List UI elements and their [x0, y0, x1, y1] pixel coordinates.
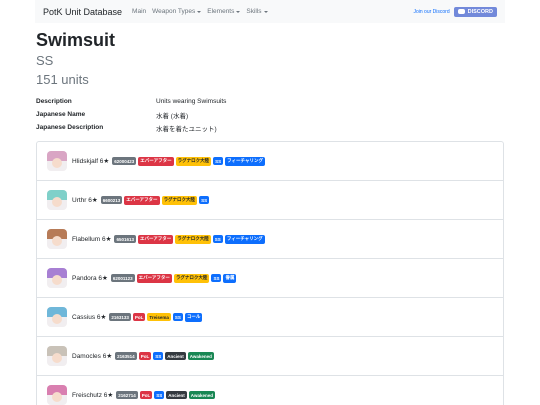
unit-tag-badge[interactable]: 2163133	[109, 313, 131, 321]
unit-tag-badge[interactable]: 62001123	[110, 274, 135, 282]
unit-tag-badge[interactable]: 6501613	[114, 235, 136, 243]
nav-skills-label: Skills	[246, 8, 262, 15]
nav-main-link[interactable]: Main	[132, 8, 146, 15]
discord-button[interactable]: DISCORD	[453, 6, 497, 17]
info-value: Units wearing Swimsuits	[156, 98, 227, 105]
unit-count: 151 units	[36, 72, 89, 87]
unit-tag-badge[interactable]: 62000423	[112, 157, 137, 165]
unit-tag-badge[interactable]: Ancient	[165, 352, 186, 360]
top-navbar: PotK Unit Database Main Weapon Types Ele…	[35, 0, 505, 23]
unit-avatar[interactable]	[47, 229, 67, 249]
info-row: Description Units wearing Swimsuits	[36, 95, 504, 108]
unit-avatar[interactable]	[47, 346, 67, 366]
unit-name-link[interactable]: Flabellum 6★	[72, 235, 111, 243]
unit-list: Hlidskjalf 6★ 62000423 エバーアフター ラグナロク大陸 SS フィー…	[36, 141, 504, 405]
unit-tag-badge[interactable]: フィーチャリング	[224, 234, 265, 244]
unit-list-item[interactable]: Freischutz 6★ 2162714 PoL SS Ancient Awakened	[37, 376, 503, 405]
unit-avatar[interactable]	[47, 307, 67, 327]
unit-name-link[interactable]: Hlidskjalf 6★	[72, 157, 109, 165]
unit-name-link[interactable]: Pandora 6★	[72, 274, 108, 282]
unit-list-item[interactable]: Urthr 6★ 6600213 エバーアフター ラグナロク大陸 SS	[37, 181, 503, 220]
unit-tag-badge[interactable]: 2163514	[115, 352, 137, 360]
unit-tag-badge[interactable]: Awakened	[187, 352, 214, 360]
nav-elements-dropdown[interactable]: Elements	[207, 8, 241, 15]
nav-skills-dropdown[interactable]: Skills	[246, 8, 268, 15]
unit-avatar[interactable]	[47, 151, 67, 171]
info-row: Japanese Name 水着 (水着)	[36, 108, 504, 121]
unit-tag-badge[interactable]: SS	[211, 274, 222, 282]
chevron-down-icon	[197, 10, 202, 13]
page-subtitle: SS	[36, 53, 54, 68]
info-row: Japanese Description 水着を着たユニット)	[36, 121, 504, 134]
unit-tag-badge[interactable]: SS	[154, 391, 165, 399]
unit-list-item[interactable]: Cassius 6★ 2163133 PoL Treisema SS コール	[37, 298, 503, 337]
nav-weapon-types-label: Weapon Types	[152, 8, 196, 15]
unit-list-item[interactable]: Hlidskjalf 6★ 62000423 エバーアフター ラグナロク大陸 SS フィー…	[37, 142, 503, 181]
unit-tag-badge[interactable]: PoL	[139, 391, 153, 399]
unit-tag-badge[interactable]: ラグナロク大陸	[175, 234, 211, 244]
info-table: Description Units wearing Swimsuits Japa…	[36, 95, 504, 134]
unit-tag-badge[interactable]: ラグナロク大陸	[173, 273, 210, 283]
unit-tag-badge[interactable]: 2162714	[116, 391, 138, 399]
info-value: 水着 (水着)	[156, 112, 189, 120]
unit-tag-badge[interactable]: 6600213	[100, 196, 123, 204]
unit-tag-badge[interactable]: PoL	[132, 313, 146, 321]
info-label: Description	[36, 98, 72, 105]
unit-name-link[interactable]: Cassius 6★	[72, 313, 106, 321]
unit-tag-badge[interactable]: SS	[153, 352, 164, 360]
unit-tag-badge[interactable]: エバーアフター	[137, 234, 174, 244]
brand-link[interactable]: PotK Unit Database	[43, 7, 122, 17]
info-label: Japanese Name	[36, 111, 86, 118]
discord-label: DISCORD	[467, 8, 493, 15]
chevron-down-icon	[236, 10, 241, 13]
unit-list-item[interactable]: Flabellum 6★ 6501613 エバーアフター ラグナロク大陸 SS フィーチャ…	[37, 220, 503, 259]
unit-tag-badge[interactable]: 眷属	[223, 273, 237, 283]
unit-tag-badge[interactable]: Ancient	[166, 391, 187, 399]
unit-tag-badge[interactable]: SS	[199, 196, 210, 204]
unit-list-item[interactable]: Pandora 6★ 62001123 エバーアフター ラグナロク大陸 SS 眷属	[37, 259, 503, 298]
unit-avatar[interactable]	[47, 190, 67, 210]
unit-tag-badge[interactable]: PoL	[138, 352, 152, 360]
unit-avatar[interactable]	[47, 385, 67, 405]
unit-avatar[interactable]	[47, 268, 67, 288]
nav-right: Join our Discord DISCORD	[413, 6, 497, 17]
unit-tag-badge[interactable]: コール	[184, 312, 203, 322]
unit-tag-badge[interactable]: Treisema	[147, 313, 171, 321]
unit-name-link[interactable]: Freischutz 6★	[72, 391, 113, 399]
chevron-down-icon	[263, 10, 268, 13]
page-title: Swimsuit	[36, 30, 116, 50]
unit-list-item[interactable]: Damocles 6★ 2163514 PoL SS Ancient Awakened	[37, 337, 503, 376]
unit-name-link[interactable]: Urthr 6★	[72, 196, 98, 204]
unit-name-link[interactable]: Damocles 6★	[72, 352, 112, 360]
nav-elements-label: Elements	[207, 8, 235, 15]
unit-tag-badge[interactable]: ラグナロク大陸	[161, 195, 198, 205]
unit-tag-badge[interactable]: SS	[172, 313, 183, 321]
unit-tag-badge[interactable]: Awakened	[188, 391, 215, 399]
join-discord-link[interactable]: Join our Discord	[413, 9, 449, 15]
nav-weapon-types-dropdown[interactable]: Weapon Types	[152, 8, 202, 15]
unit-tag-badge[interactable]: エバーアフター	[124, 195, 160, 205]
unit-tag-badge[interactable]: ラグナロク大陸	[175, 156, 212, 166]
unit-tag-badge[interactable]: エバーアフター	[138, 156, 174, 166]
discord-icon	[457, 9, 465, 14]
unit-tag-badge[interactable]: SS	[212, 235, 223, 243]
unit-tag-badge[interactable]: エバーアフター	[136, 273, 172, 283]
unit-tag-badge[interactable]: SS	[213, 157, 224, 165]
info-value: 水着を着たユニット)	[156, 125, 217, 133]
unit-tag-badge[interactable]: フィーチャリング	[225, 156, 266, 166]
info-label: Japanese Description	[36, 124, 104, 131]
